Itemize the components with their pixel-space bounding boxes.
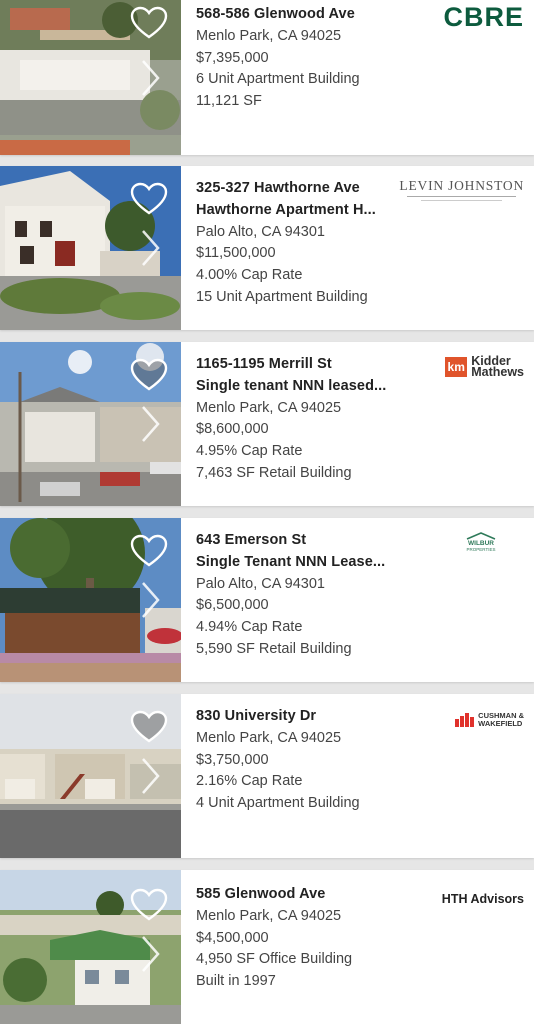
listing-detail: 2.16% Cap Rate [196, 773, 303, 790]
chevron-right-icon[interactable] [140, 228, 162, 268]
listing-detail: 4.95% Cap Rate [196, 443, 303, 460]
heart-icon[interactable] [130, 6, 168, 40]
listing-name: Single Tenant NNN Lease... [196, 553, 386, 570]
listing-photo[interactable] [0, 0, 181, 155]
listing-detail: 7,463 SF Retail Building [196, 464, 352, 481]
listing-location: Menlo Park, CA 94025 [196, 907, 342, 924]
broker-logo-wilbur-properties: WILBUR PROPERTIES [466, 532, 496, 553]
listing-detail: 4.94% Cap Rate [196, 619, 303, 636]
listing-detail: 6 Unit Apartment Building [196, 71, 360, 88]
listing-card[interactable]: 568-586 Glenwood Ave Menlo Park, CA 9402… [0, 0, 534, 155]
listing-price: $8,600,000 [196, 421, 269, 438]
building-bars-icon [455, 713, 475, 727]
heart-icon[interactable] [130, 888, 168, 922]
listing-price: $3,750,000 [196, 751, 269, 768]
listing-location: Palo Alto, CA 94301 [196, 575, 325, 592]
listing-price: $7,395,000 [196, 49, 269, 66]
listing-location: Menlo Park, CA 94025 [196, 399, 342, 416]
house-roof-icon [466, 532, 496, 540]
broker-logo-levin-johnston: LEVIN JOHNSTON [399, 178, 524, 204]
listing-detail: Built in 1997 [196, 973, 276, 990]
heart-icon[interactable] [130, 358, 168, 392]
chevron-right-icon[interactable] [140, 58, 162, 98]
chevron-right-icon[interactable] [140, 404, 162, 444]
listing-card[interactable]: 1165-1195 Merrill St Single tenant NNN l… [0, 342, 534, 506]
listing-photo[interactable] [0, 518, 181, 682]
listing-location: Palo Alto, CA 94301 [196, 223, 325, 240]
listing-card[interactable]: 325-327 Hawthorne Ave Hawthorne Apartmen… [0, 166, 534, 330]
listing-photo[interactable] [0, 694, 181, 858]
listing-detail: 11,121 SF [196, 93, 262, 110]
listing-photo[interactable] [0, 342, 181, 506]
heart-icon[interactable] [130, 182, 168, 216]
chevron-right-icon[interactable] [140, 756, 162, 796]
broker-logo-cushman-wakefield: CUSHMAN & WAKEFIELD [455, 712, 524, 728]
listing-detail: 4.00% Cap Rate [196, 267, 303, 284]
listing-detail: 4,950 SF Office Building [196, 951, 353, 968]
broker-logo-cbre: CBRE [443, 2, 524, 32]
listing-card[interactable]: 585 Glenwood Ave Menlo Park, CA 94025 $4… [0, 870, 534, 1024]
heart-icon[interactable] [130, 710, 168, 744]
listing-location: Menlo Park, CA 94025 [196, 729, 342, 746]
heart-icon[interactable] [130, 534, 168, 568]
broker-logo-kidder-mathews: km Kidder Mathews [445, 355, 524, 378]
listing-photo[interactable] [0, 166, 181, 330]
listing-price: $4,500,000 [196, 929, 269, 946]
broker-logo-hth-advisors: HTH Advisors [441, 892, 524, 906]
listing-detail: 15 Unit Apartment Building [196, 288, 368, 305]
listing-card[interactable]: 643 Emerson St Single Tenant NNN Lease..… [0, 518, 534, 682]
listing-price: $6,500,000 [196, 597, 269, 614]
chevron-right-icon[interactable] [140, 580, 162, 620]
listing-detail: 5,590 SF Retail Building [196, 640, 352, 657]
listing-price: $11,500,000 [196, 245, 276, 262]
listing-card[interactable]: 830 University Dr Menlo Park, CA 94025 $… [0, 694, 534, 858]
listing-photo[interactable] [0, 870, 181, 1024]
chevron-right-icon[interactable] [140, 934, 162, 974]
listing-name: Single tenant NNN leased... [196, 377, 387, 394]
listing-detail: 4 Unit Apartment Building [196, 795, 360, 812]
